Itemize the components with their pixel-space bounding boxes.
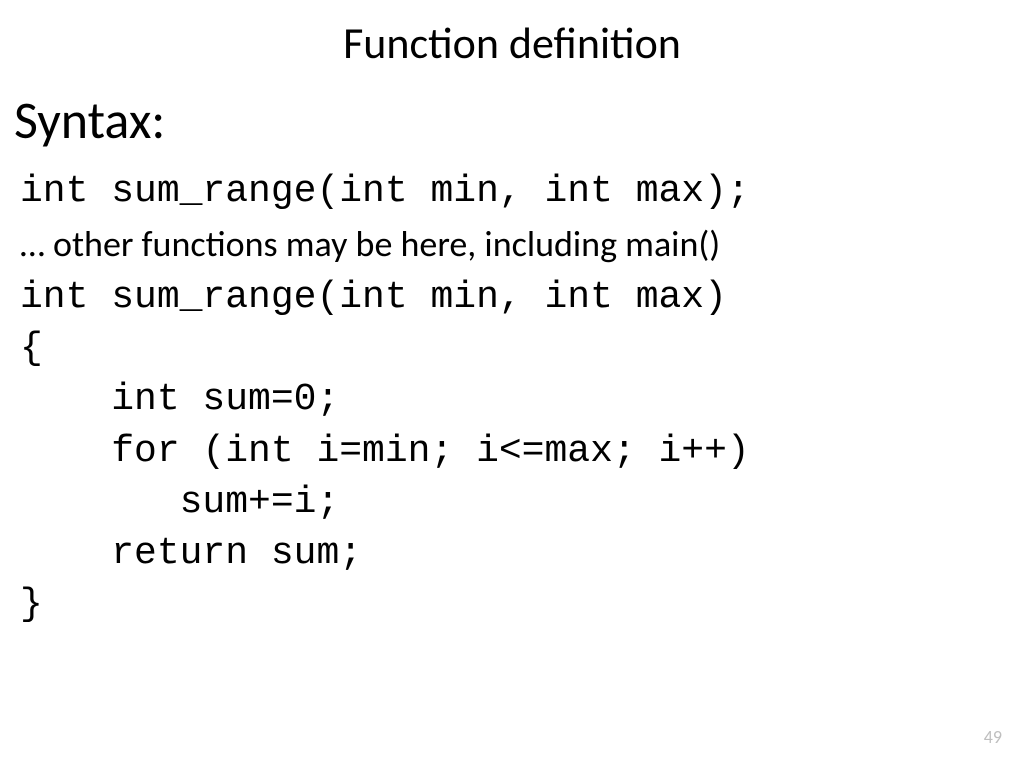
code-line-return: return sum; <box>20 528 1004 579</box>
slide-title: Function definition <box>20 16 1004 70</box>
code-line-close-brace: } <box>20 579 1004 630</box>
page-number: 49 <box>984 726 1002 748</box>
code-line-sum-init: int sum=0; <box>20 374 1004 425</box>
code-line-prototype: int sum_range(int min, int max); <box>20 166 1004 217</box>
code-line-for-loop: for (int i=min; i<=max; i++) <box>20 426 1004 477</box>
code-line-sum-increment: sum+=i; <box>20 477 1004 528</box>
code-line-open-brace: { <box>20 323 1004 374</box>
code-line-definition-header: int sum_range(int min, int max) <box>20 272 1004 323</box>
syntax-heading: Syntax: <box>14 88 1004 152</box>
body-text-note: … other functions may be here, including… <box>20 219 1004 269</box>
